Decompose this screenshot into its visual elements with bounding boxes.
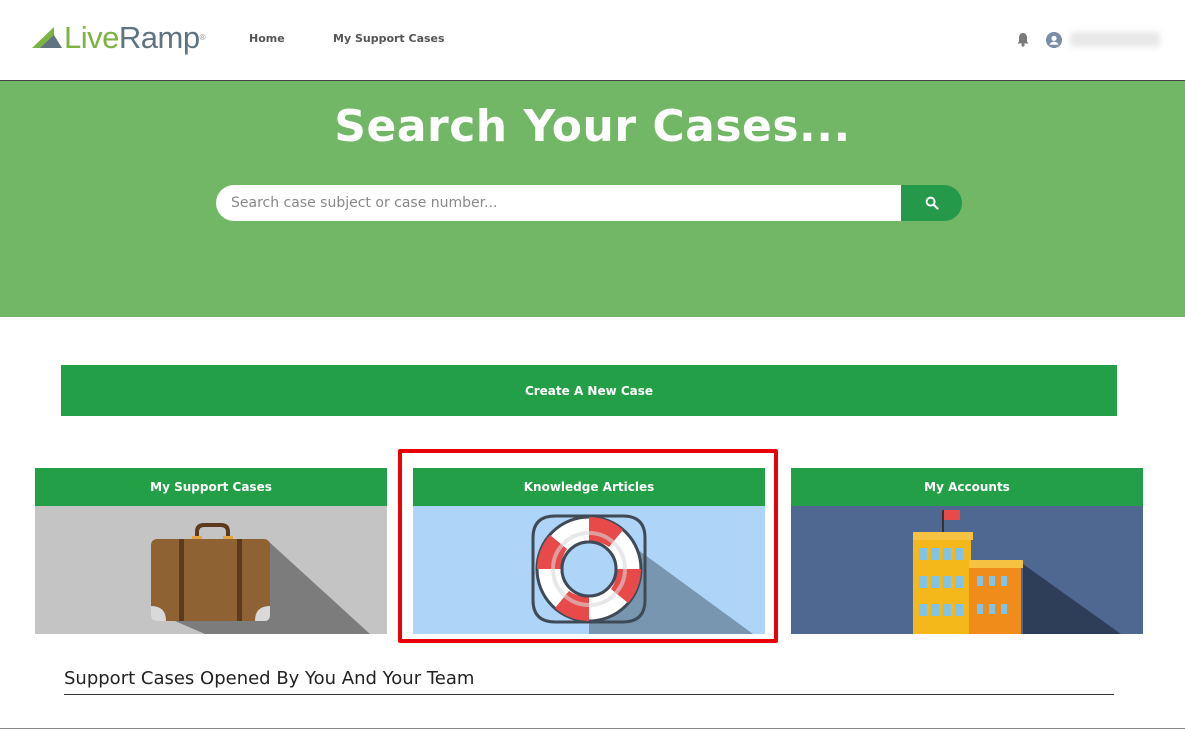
tile-title: My Accounts xyxy=(791,468,1143,506)
case-search xyxy=(216,185,962,221)
hero-title: Search Your Cases... xyxy=(334,101,851,152)
logo-text: LiveRamp® xyxy=(64,20,206,55)
tile-title: My Support Cases xyxy=(35,468,387,506)
top-header: LiveRamp® Home My Support Cases xyxy=(0,0,1185,81)
building-icon xyxy=(791,506,1143,634)
user-avatar-icon[interactable] xyxy=(1046,32,1062,48)
suitcase-icon xyxy=(35,506,387,634)
search-button[interactable] xyxy=(901,185,962,221)
logo-mark-icon xyxy=(32,27,62,48)
tile-my-support-cases[interactable]: My Support Cases xyxy=(35,468,387,634)
search-icon xyxy=(925,196,939,210)
search-input[interactable] xyxy=(216,185,901,221)
hero-banner: Search Your Cases... xyxy=(0,81,1185,317)
tile-title: Knowledge Articles xyxy=(413,468,765,506)
page-divider xyxy=(0,728,1185,729)
nav-home[interactable]: Home xyxy=(249,32,285,45)
life-ring-icon xyxy=(413,506,765,634)
tile-knowledge-articles[interactable]: Knowledge Articles xyxy=(413,468,765,634)
section-divider xyxy=(64,694,1114,695)
bell-icon[interactable] xyxy=(1016,32,1030,47)
user-name-blurred[interactable] xyxy=(1070,32,1160,47)
tile-my-accounts[interactable]: My Accounts xyxy=(791,468,1143,634)
nav-my-support-cases[interactable]: My Support Cases xyxy=(333,32,445,45)
create-new-case-button[interactable]: Create A New Case xyxy=(61,365,1117,416)
liveramp-logo[interactable]: LiveRamp® xyxy=(32,20,206,56)
section-title: Support Cases Opened By You And Your Tea… xyxy=(64,668,475,689)
